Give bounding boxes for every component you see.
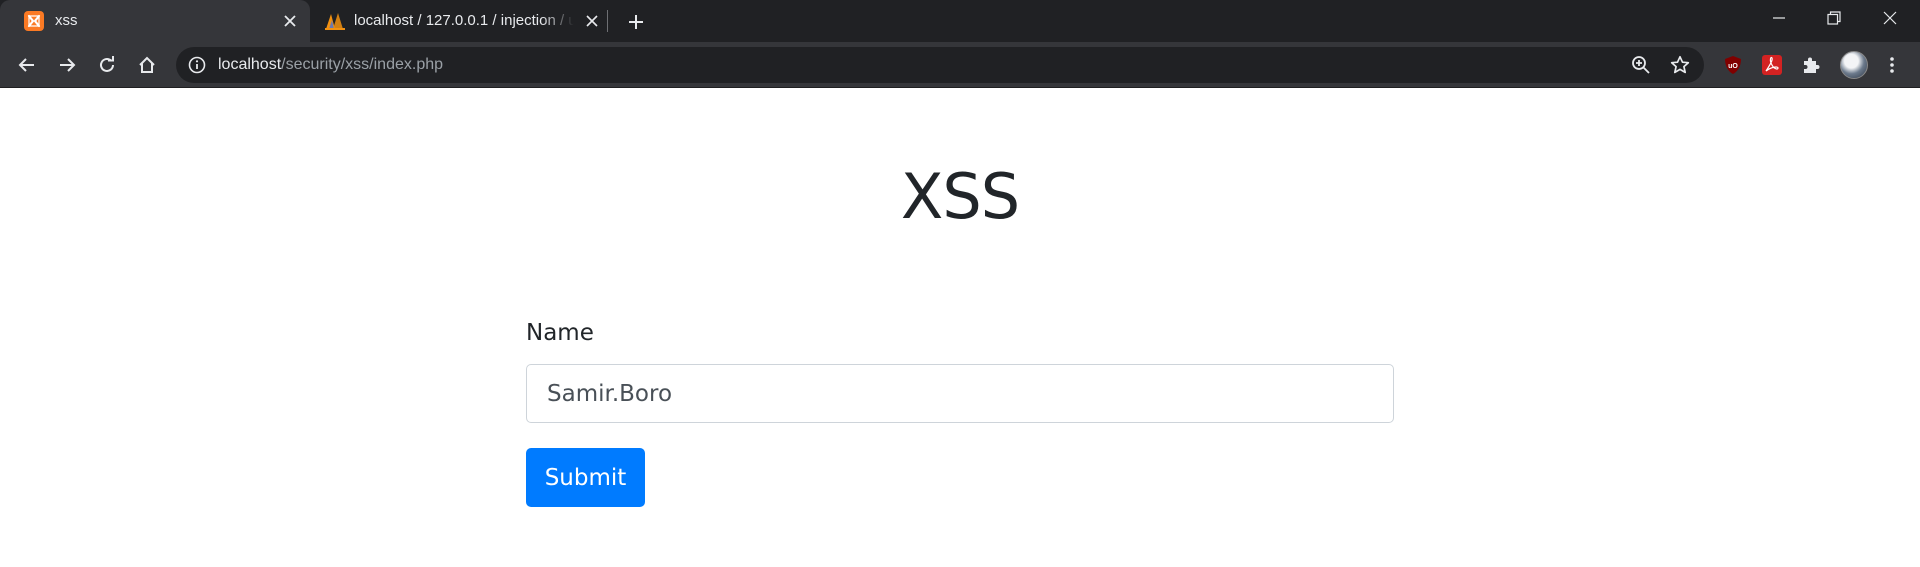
reload-button[interactable] xyxy=(91,49,123,81)
name-input[interactable] xyxy=(526,364,1394,423)
phpmyadmin-icon xyxy=(324,11,345,31)
close-icon[interactable] xyxy=(582,11,602,31)
more-menu-icon[interactable] xyxy=(1882,55,1902,75)
home-button[interactable] xyxy=(131,49,163,81)
ublock-origin-icon[interactable]: uO xyxy=(1723,55,1743,75)
name-label: Name xyxy=(526,320,594,346)
restore-button[interactable] xyxy=(1806,0,1862,36)
new-tab-button[interactable] xyxy=(623,9,649,35)
url-path: /security/xss/index.php xyxy=(281,56,444,73)
page-title: XSS xyxy=(900,160,1020,233)
tab-divider xyxy=(607,10,608,32)
tab-xss[interactable]: xss xyxy=(0,0,310,42)
browser-toolbar: localhost/security/xss/index.php uO xyxy=(0,42,1920,88)
xampp-icon xyxy=(24,11,44,31)
tab-phpmyadmin[interactable]: localhost / 127.0.0.1 / injection / u xyxy=(310,0,608,42)
zoom-icon[interactable] xyxy=(1631,55,1651,75)
tab-title: localhost / 127.0.0.1 / injection / u xyxy=(354,12,574,29)
profile-avatar[interactable] xyxy=(1840,51,1868,79)
back-arrow-icon xyxy=(18,58,34,72)
acrobat-pdf-icon[interactable] xyxy=(1762,55,1782,75)
svg-text:uO: uO xyxy=(1728,63,1738,70)
reload-icon xyxy=(100,56,114,72)
forward-arrow-icon xyxy=(60,58,76,72)
home-icon xyxy=(139,56,155,73)
url-host: localhost xyxy=(218,56,282,73)
minimize-button[interactable] xyxy=(1751,0,1807,36)
tab-title: xss xyxy=(55,12,78,29)
back-button[interactable] xyxy=(11,49,43,81)
info-icon[interactable] xyxy=(188,56,206,74)
tab-strip: xss localhost / 127.0.0.1 / injection / … xyxy=(0,0,1920,42)
address-bar[interactable]: localhost/security/xss/index.php xyxy=(176,47,1704,83)
extensions-puzzle-icon[interactable] xyxy=(1801,55,1821,75)
forward-button[interactable] xyxy=(51,49,83,81)
bookmark-star-icon[interactable] xyxy=(1670,55,1690,75)
close-icon[interactable] xyxy=(280,11,300,31)
submit-button[interactable]: Submit xyxy=(526,448,645,507)
url-text: localhost/security/xss/index.php xyxy=(218,56,443,74)
close-window-button[interactable] xyxy=(1862,0,1918,36)
